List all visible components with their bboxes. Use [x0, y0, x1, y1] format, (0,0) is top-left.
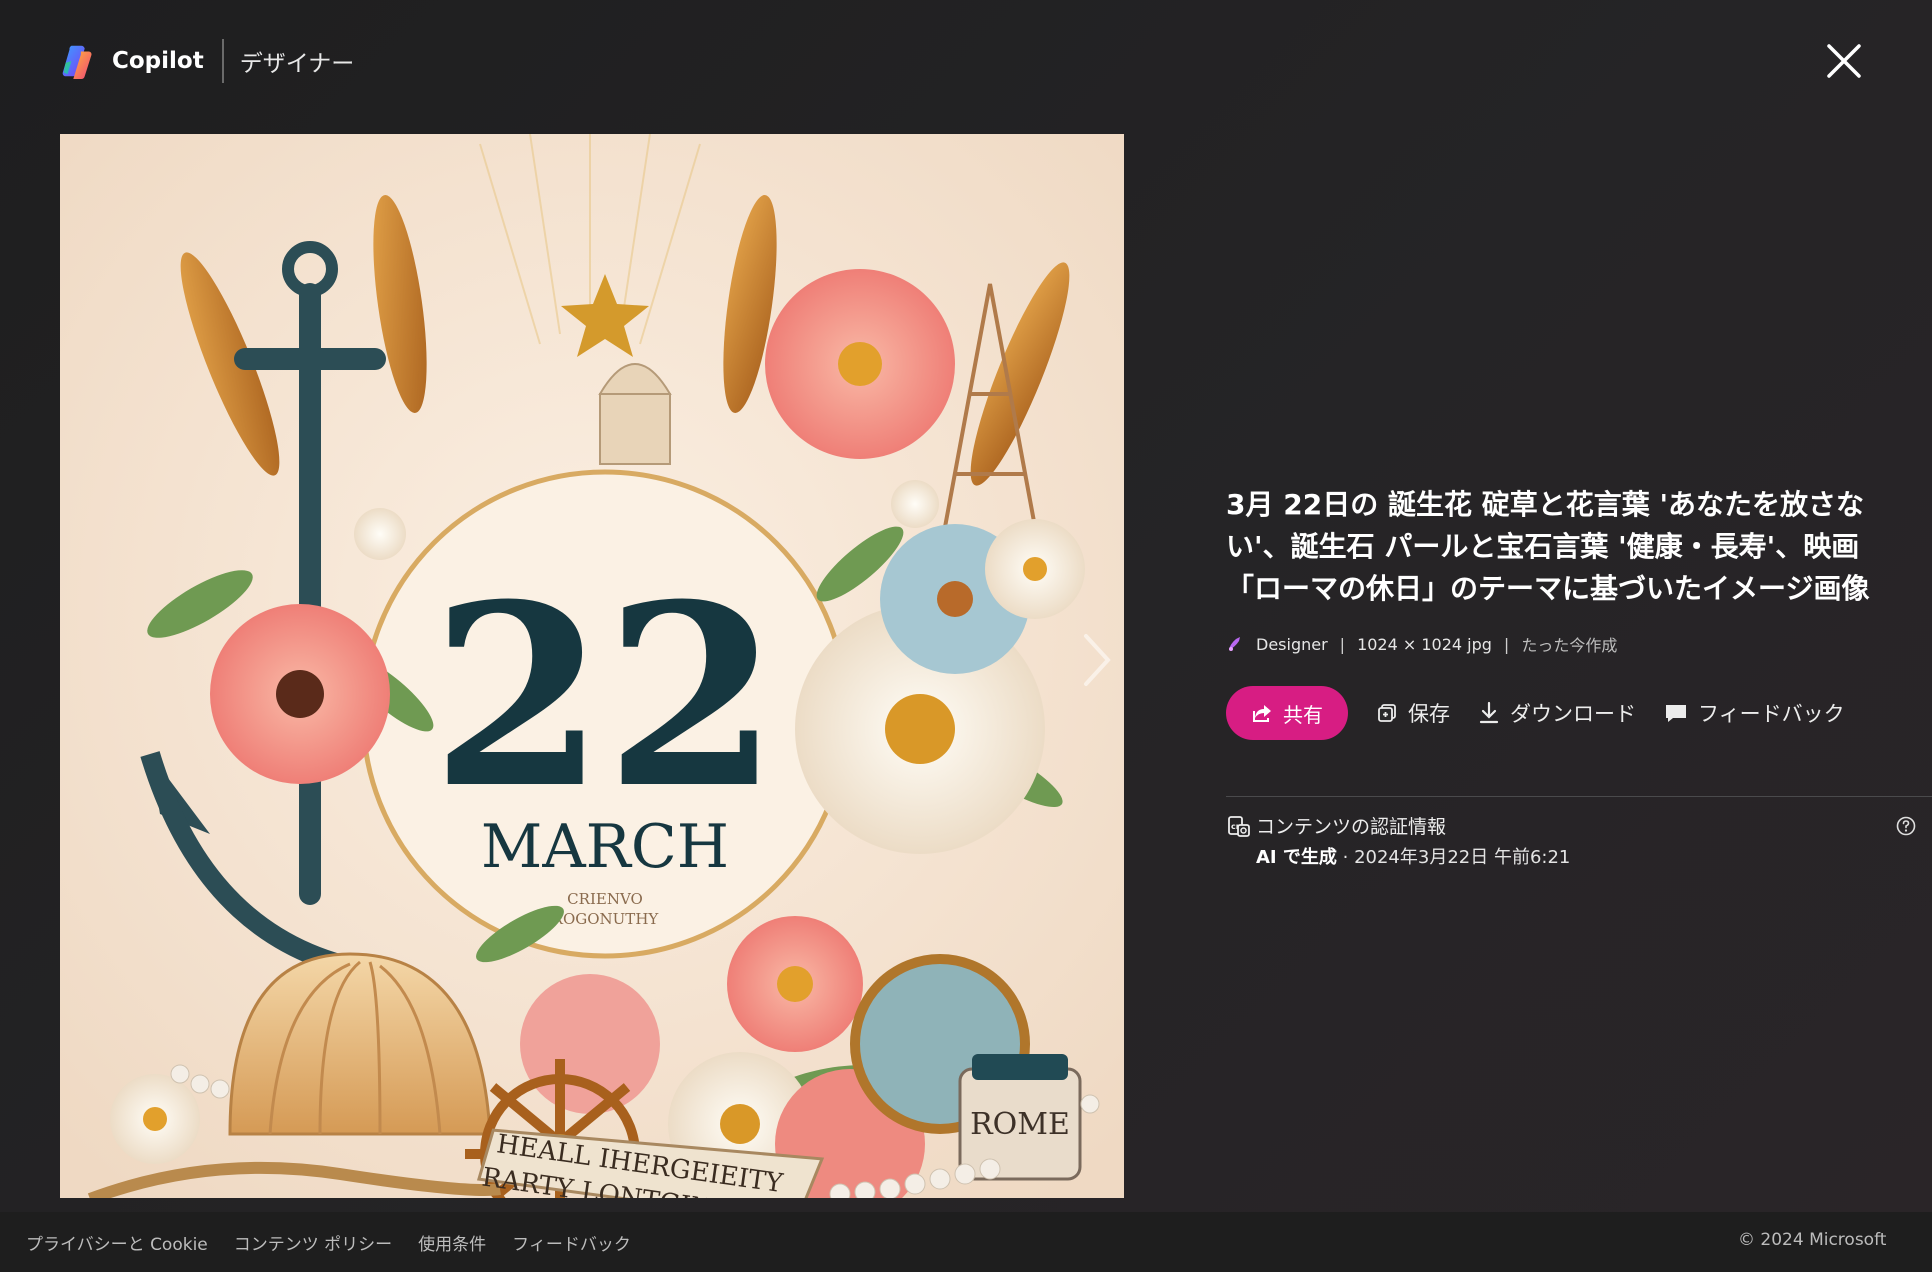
- credentials-date: · 2024年3月22日 午前6:21: [1336, 847, 1571, 868]
- content-credentials-icon: cr: [1228, 815, 1250, 837]
- meta-separator: |: [1503, 634, 1510, 654]
- save-icon: [1378, 704, 1396, 722]
- app-header: Copilot デザイナー: [60, 36, 354, 86]
- next-image-icon[interactable]: [1076, 630, 1118, 690]
- header-divider: [221, 39, 224, 83]
- credentials-title: コンテンツの認証情報: [1256, 816, 1447, 838]
- credentials-ai-label: AI で生成: [1256, 847, 1337, 868]
- page-footer: プライバシーと Cookie コンテンツ ポリシー 使用条件 フィードバック ©…: [0, 1212, 1932, 1272]
- footer-link-feedback[interactable]: フィードバック: [512, 1230, 631, 1255]
- feedback-button-label: フィードバック: [1698, 702, 1845, 726]
- image-title: 3月 22日の 誕生花 碇草と花言葉 'あなたを放さない'、誕生石 パールと宝石…: [1226, 488, 1870, 605]
- image-jar-label: ROME: [970, 1107, 1070, 1142]
- generated-image: 22 MARCH CRIENVO ROGONUTHY ROME HEALL IH…: [60, 134, 1124, 1198]
- image-month: MARCH: [481, 812, 729, 882]
- footer-link-content-policy[interactable]: コンテンツ ポリシー: [234, 1230, 392, 1255]
- meta-time: たった今作成: [1521, 636, 1618, 655]
- designer-icon: [1229, 637, 1240, 651]
- footer-link-privacy[interactable]: プライバシーと Cookie: [26, 1230, 208, 1255]
- meta-size: 1024 × 1024 jpg: [1357, 634, 1492, 654]
- product-name: デザイナー: [239, 51, 355, 77]
- help-icon[interactable]: [1896, 816, 1916, 836]
- image-info-panel: 3月 22日の 誕生花 碇草と花言葉 'あなたを放さない'、誕生石 パールと宝石…: [1226, 484, 1896, 740]
- feedback-button[interactable]: フィードバック: [1664, 698, 1845, 728]
- image-number: 22: [431, 549, 779, 843]
- download-button-label: ダウンロード: [1510, 702, 1636, 726]
- brand-name: Copilot: [112, 48, 204, 74]
- close-icon[interactable]: [1823, 40, 1865, 82]
- generated-image-artwork: 22 MARCH CRIENVO ROGONUTHY ROME HEALL IH…: [60, 134, 1124, 1198]
- feedback-icon: [1666, 705, 1686, 722]
- image-small-text-1: CRIENVO: [567, 890, 643, 908]
- save-button-label: 保存: [1408, 702, 1450, 726]
- image-small-text-2: ROGONUTHY: [552, 910, 660, 928]
- share-button-label: 共有: [1283, 702, 1323, 727]
- footer-link-terms[interactable]: 使用条件: [418, 1230, 486, 1255]
- download-icon: [1479, 701, 1499, 724]
- content-credentials: cr コンテンツの認証情報 AI で生成 · 2024年3月22日 午前6:21: [1226, 812, 1916, 869]
- download-button[interactable]: ダウンロード: [1478, 698, 1636, 728]
- credentials-detail: AI で生成 · 2024年3月22日 午前6:21: [1256, 843, 1916, 869]
- save-button[interactable]: 保存: [1376, 698, 1450, 728]
- meta-separator: |: [1339, 634, 1346, 654]
- info-divider: [1226, 796, 1932, 797]
- image-meta: Designer | 1024 × 1024 jpg | たった今作成: [1226, 632, 1896, 656]
- copilot-logo-icon: [62, 45, 92, 80]
- action-bar: 共有 保存 ダウンロード フィードバック: [1226, 686, 1896, 740]
- credentials-heading: cr コンテンツの認証情報: [1226, 812, 1916, 839]
- share-icon: [1253, 705, 1271, 722]
- share-button[interactable]: 共有: [1226, 686, 1348, 740]
- copyright: © 2024 Microsoft: [1738, 1230, 1887, 1250]
- meta-source: Designer: [1256, 634, 1328, 654]
